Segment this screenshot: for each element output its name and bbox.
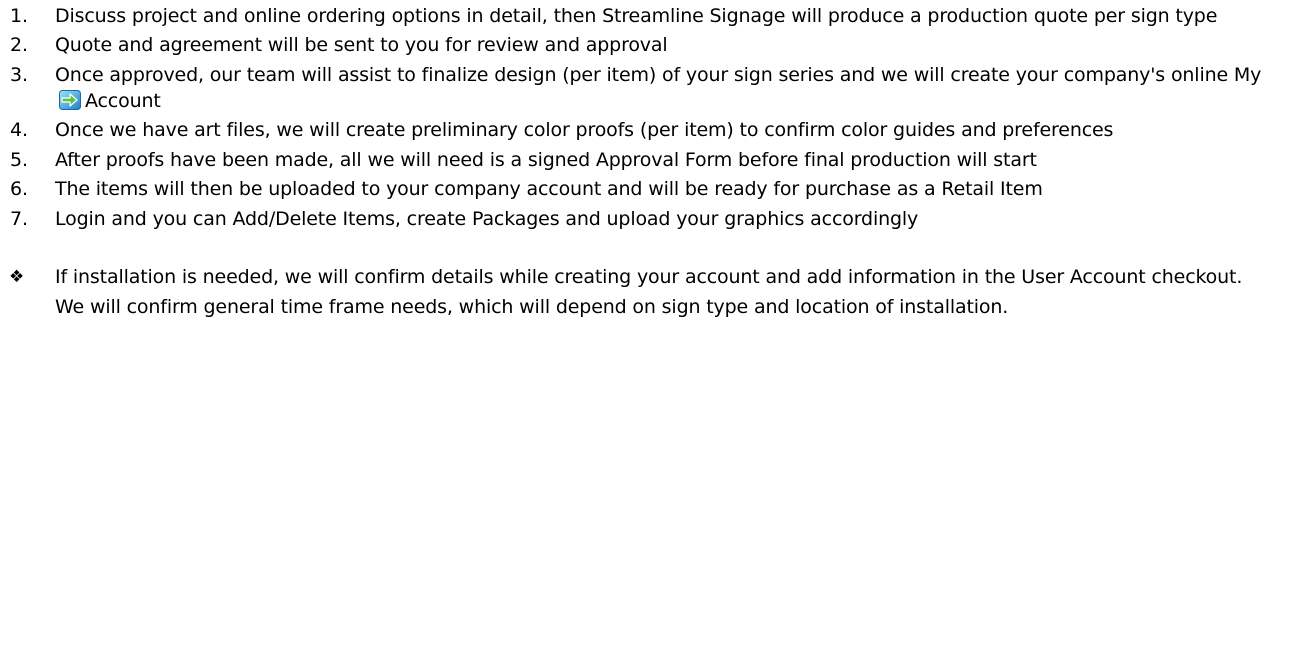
step-text: Login and you can Add/Delete Items, crea… (55, 207, 919, 230)
step-number: 6. (10, 178, 28, 201)
step-number: 1. (10, 5, 28, 27)
step-text: Discuss project and online ordering opti… (55, 5, 1218, 27)
step-text: Quote and agreement will be sent to you … (55, 34, 668, 57)
list-item-step-4: 4. Once we have art files, we will creat… (0, 117, 1292, 143)
document-page: 1. Discuss project and online ordering o… (0, 0, 1292, 656)
step-text: The items will then be uploaded to your … (55, 178, 1043, 201)
step-text-suffix: Account (85, 89, 161, 112)
note-text: If installation is needed, we will confi… (55, 265, 1243, 318)
step-text: Once approved, our team will assist to f… (55, 63, 1262, 86)
diamond-bullet-icon: ❖ (9, 266, 25, 287)
step-number: 4. (10, 119, 28, 142)
steps-list: 1. Discuss project and online ordering o… (0, 3, 1292, 232)
arrow-right-icon (59, 89, 81, 110)
list-item-step-3: 3. Once approved, our team will assist t… (0, 62, 1292, 114)
list-item-step-7: 7. Login and you can Add/Delete Items, c… (0, 206, 1292, 232)
step-text: Once we have art files, we will create p… (55, 119, 1114, 142)
step-text: After proofs have been made, all we will… (55, 148, 1037, 171)
step-number: 3. (10, 63, 28, 86)
installation-note: ❖ If installation is needed, we will con… (0, 262, 1292, 322)
list-item-step-1: 1. Discuss project and online ordering o… (0, 3, 1292, 29)
step-number: 5. (10, 148, 28, 171)
step-number: 7. (10, 207, 28, 230)
step-number: 2. (10, 34, 28, 57)
list-item-step-5: 5. After proofs have been made, all we w… (0, 147, 1292, 173)
list-item-step-2: 2. Quote and agreement will be sent to y… (0, 32, 1292, 58)
list-item-step-6: 6. The items will then be uploaded to yo… (0, 176, 1292, 202)
